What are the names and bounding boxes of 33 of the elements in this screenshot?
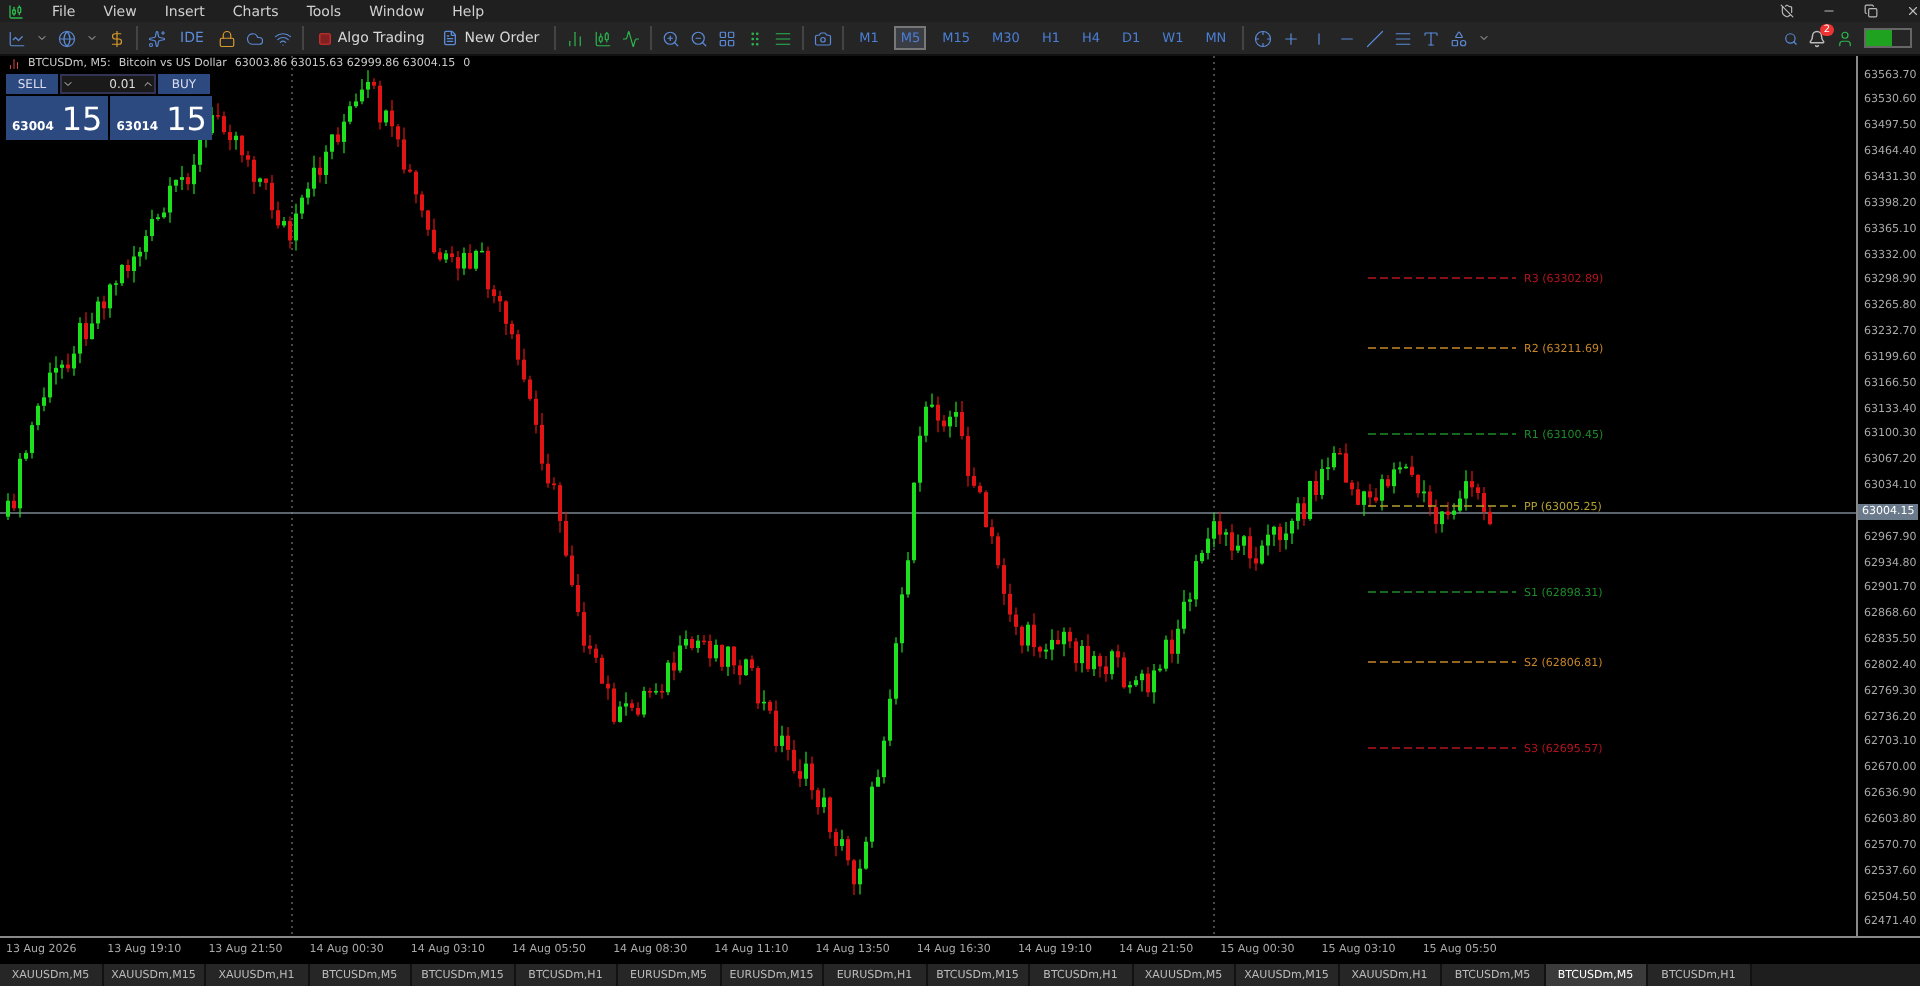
text-icon[interactable] xyxy=(1422,29,1441,47)
app-logo-icon xyxy=(8,3,24,19)
crosshair-icon[interactable] xyxy=(1254,29,1273,47)
account-icon[interactable] xyxy=(1836,29,1854,47)
increase-icon[interactable] xyxy=(142,78,154,90)
caret-icon[interactable] xyxy=(36,32,48,44)
zoom-in-icon[interactable] xyxy=(661,29,680,47)
minimize-icon[interactable] xyxy=(1822,4,1836,18)
trendline-icon[interactable] xyxy=(1366,29,1385,47)
caret-icon[interactable] xyxy=(1478,32,1491,44)
plus-icon[interactable] xyxy=(1282,29,1301,47)
lock-icon[interactable] xyxy=(217,29,236,47)
restore-icon[interactable] xyxy=(1864,4,1878,18)
chart-icon[interactable] xyxy=(8,29,26,47)
zoom-out-icon[interactable] xyxy=(689,29,708,47)
chart-icon xyxy=(8,58,20,70)
grid-icon[interactable] xyxy=(717,29,736,47)
decrease-icon[interactable] xyxy=(62,78,74,90)
caret-icon[interactable] xyxy=(86,32,98,44)
globe-icon[interactable] xyxy=(58,29,76,47)
document-icon xyxy=(442,30,459,46)
bar-chart-icon[interactable] xyxy=(565,29,584,47)
sparkle-icon[interactable] xyxy=(148,29,166,47)
dollar-icon[interactable] xyxy=(108,29,126,47)
shapes-icon[interactable] xyxy=(1450,29,1469,47)
signal-icon[interactable] xyxy=(273,29,292,47)
candlestick-icon[interactable] xyxy=(593,29,612,47)
stop-icon xyxy=(317,31,332,45)
cloud-icon[interactable] xyxy=(245,29,264,47)
search-icon[interactable] xyxy=(1784,31,1798,45)
camera-icon[interactable] xyxy=(813,29,832,47)
close-icon[interactable] xyxy=(1906,4,1920,18)
line-chart-icon[interactable] xyxy=(621,29,640,47)
